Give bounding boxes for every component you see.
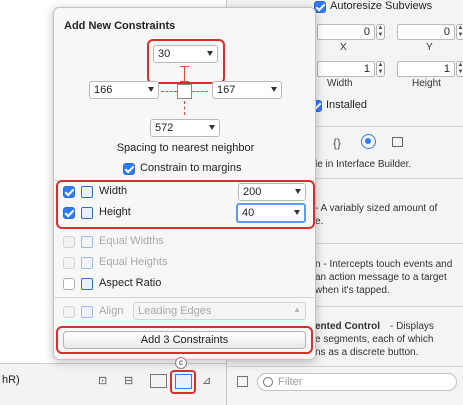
equal-heights-checkbox[interactable] [63, 257, 75, 269]
bottom-pin-line[interactable] [184, 101, 185, 115]
filter-icon [263, 377, 273, 387]
x-stepper[interactable]: ▲ ▼ [376, 24, 385, 40]
height-checkbox[interactable] [63, 207, 75, 219]
filter-field[interactable]: Filter [257, 373, 457, 391]
aspect-ratio-label: Aspect Ratio [99, 277, 162, 289]
align-icon[interactable] [150, 374, 167, 388]
width-label: Width [327, 78, 353, 89]
ib-text: le in Interface Builder. [315, 159, 412, 170]
x-field[interactable]: 0 [317, 24, 375, 40]
width-stepper[interactable]: ▲ ▼ [376, 61, 385, 77]
right-spacing-field[interactable]: 167 [212, 81, 282, 99]
stack-icon[interactable]: ⊟ [124, 374, 133, 387]
left-spacing-value: 166 [94, 84, 113, 96]
y-stepper[interactable]: ▲ ▼ [456, 24, 463, 40]
equal-heights-label: Equal Heights [99, 256, 168, 268]
top-spacing-highlight [147, 39, 225, 84]
pin-icon[interactable] [175, 374, 192, 389]
align-select[interactable]: Leading Edges ▲ [133, 302, 306, 320]
braces-icon[interactable]: {} [333, 136, 341, 150]
aspect-ratio-icon [81, 278, 93, 290]
equal-widths-checkbox[interactable] [63, 236, 75, 248]
bottom-spacing-field[interactable]: 572 [150, 119, 220, 137]
right-pin-line[interactable] [192, 91, 208, 92]
equal-widths-icon [81, 236, 93, 248]
align-value: Leading Edges [138, 305, 212, 317]
popover-anchor-icon: c [175, 357, 187, 369]
y-field[interactable]: 0 [397, 24, 455, 40]
height-value: 40 [242, 207, 255, 219]
lib-item-3-line3: ns as a discrete button. [315, 347, 419, 358]
aspect-ratio-checkbox[interactable] [63, 278, 75, 290]
height-field[interactable]: 1 [397, 61, 455, 77]
add-constraints-popover: Add New Constraints 30 166 167 572 Spaci… [53, 7, 317, 360]
constrain-margins-label: Constrain to margins [140, 162, 242, 174]
grid-view-icon[interactable] [237, 376, 248, 387]
lib-item-1-line2: e. [315, 216, 324, 227]
height-value-field[interactable]: 40 [236, 203, 306, 223]
align-checkbox[interactable] [63, 306, 75, 318]
constrain-margins-checkbox[interactable] [123, 163, 135, 175]
lib-item-3-title: ented Control [315, 321, 380, 332]
autoresize-label: Autoresize Subviews [330, 0, 433, 12]
width-label: Width [99, 185, 128, 197]
installed-label: Installed [326, 99, 367, 111]
width-value-field[interactable]: 200 [238, 183, 306, 201]
x-label: X [340, 42, 347, 53]
scheme-text: hR) [2, 374, 20, 386]
circle-target-icon[interactable] [361, 134, 376, 149]
spacing-label: Spacing to nearest neighbor [116, 142, 255, 154]
bottom-spacing-value: 572 [155, 122, 174, 134]
update-frames-icon[interactable]: ⊡ [98, 374, 107, 387]
filter-placeholder: Filter [278, 376, 303, 388]
lib-item-1-line1: - A variably sized amount of [315, 203, 438, 214]
view-box-icon [177, 84, 192, 99]
resolve-issues-icon[interactable]: ⊿ [202, 374, 211, 387]
equal-widths-label: Equal Widths [99, 235, 164, 247]
height-constraint-icon [81, 207, 93, 219]
width-constraint-icon [81, 186, 93, 198]
y-label: Y [426, 42, 433, 53]
align-label: Align [99, 305, 124, 317]
lib-item-2-line3: when it's tapped. [315, 285, 390, 296]
grid-icon[interactable] [392, 137, 403, 147]
height-stepper[interactable]: ▲ ▼ [456, 61, 463, 77]
left-pin-line[interactable] [161, 91, 177, 92]
width-field[interactable]: 1 [317, 61, 375, 77]
height-label: Height [99, 206, 131, 218]
align-icon [81, 306, 93, 318]
left-spacing-field[interactable]: 166 [89, 81, 159, 99]
popover-title: Add New Constraints [64, 20, 176, 32]
equal-heights-icon [81, 257, 93, 269]
width-checkbox[interactable] [63, 186, 75, 198]
lib-item-2-line2: an action message to a target [315, 272, 447, 283]
width-value: 200 [243, 186, 262, 198]
right-spacing-value: 167 [217, 84, 236, 96]
lib-item-3-line1: - Displays [390, 321, 434, 332]
lib-item-3-line2: e segments, each of which [315, 334, 434, 345]
height-label: Height [412, 78, 441, 89]
add-constraints-button[interactable]: Add 3 Constraints [63, 331, 306, 349]
top-pin-line[interactable] [184, 66, 185, 82]
lib-item-2-line1: n - Intercepts touch events and [315, 259, 453, 270]
